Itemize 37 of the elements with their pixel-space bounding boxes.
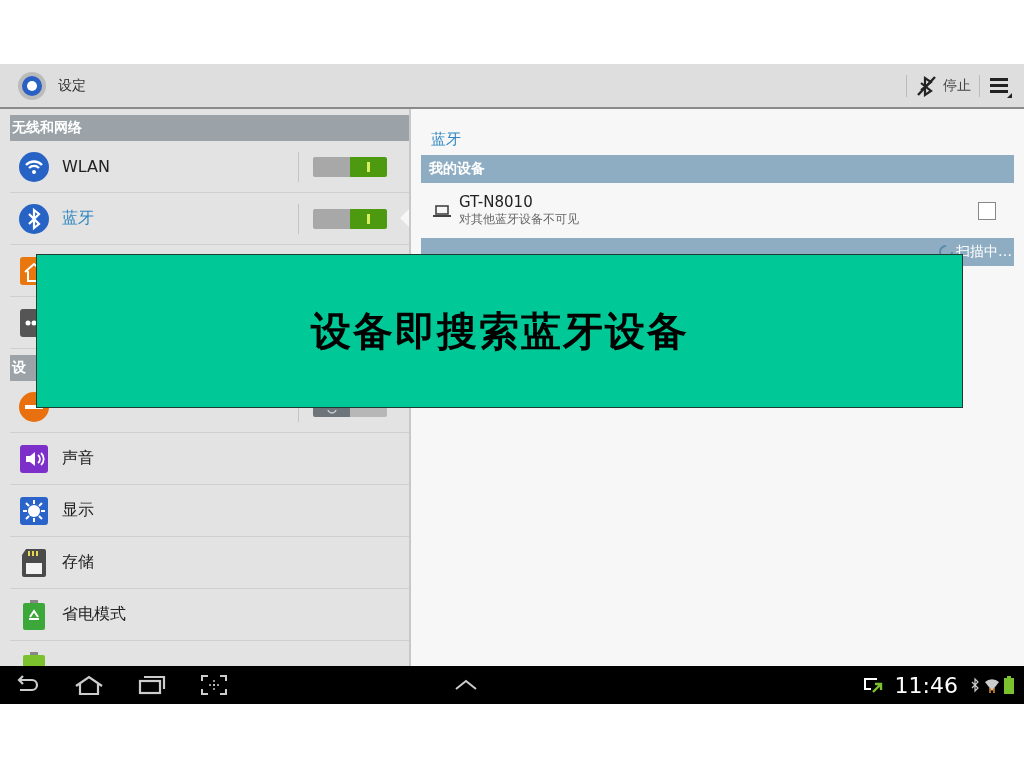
settings-item[interactable]: 省电模式 <box>10 589 409 641</box>
settings-item[interactable]: 存储 <box>10 537 409 589</box>
screenshot-icon[interactable] <box>200 674 228 696</box>
clock: 11:46 <box>894 672 958 698</box>
section-header: 我的设备 <box>421 155 1014 183</box>
crossed-out-icon <box>915 74 937 97</box>
recent-apps-icon[interactable] <box>138 675 166 695</box>
device-status: 对其他蓝牙设备不可见 <box>459 211 580 228</box>
off-mark-icon <box>326 409 337 414</box>
settings-item[interactable]: 声音 <box>10 433 409 485</box>
gear-icon[interactable] <box>16 69 48 102</box>
dots-icon <box>18 306 36 339</box>
bluetooth-icon <box>970 677 980 693</box>
toggle-switch[interactable] <box>313 208 387 229</box>
settings-item[interactable]: 显示 <box>10 485 409 537</box>
speaker-icon <box>18 442 50 475</box>
screen-share-icon <box>862 676 885 694</box>
toggle-switch[interactable] <box>313 156 387 177</box>
on-mark-icon <box>367 161 370 172</box>
on-mark-icon <box>367 213 370 224</box>
section-header: 无线和网络 <box>10 115 409 141</box>
home-icon[interactable] <box>74 675 104 695</box>
device-name: GT-N8010 <box>459 193 534 211</box>
settings-item[interactable]: WLAN <box>10 141 409 193</box>
page-title: 蓝牙 <box>430 129 462 150</box>
wifi-signal-icon <box>984 676 1000 694</box>
checkbox[interactable] <box>978 201 996 220</box>
wifi-icon <box>18 150 50 183</box>
caret-up-icon[interactable] <box>454 678 478 691</box>
stop-button[interactable]: 停止 <box>915 74 971 97</box>
battery-level-icon <box>1004 676 1014 694</box>
sun-icon <box>18 494 50 527</box>
laptop-icon <box>433 203 451 218</box>
app-title: 设定 <box>58 76 87 95</box>
caption-text: 设备即搜索蓝牙设备 <box>310 305 689 356</box>
bluetooth-icon <box>18 202 50 235</box>
house-icon <box>18 254 36 287</box>
